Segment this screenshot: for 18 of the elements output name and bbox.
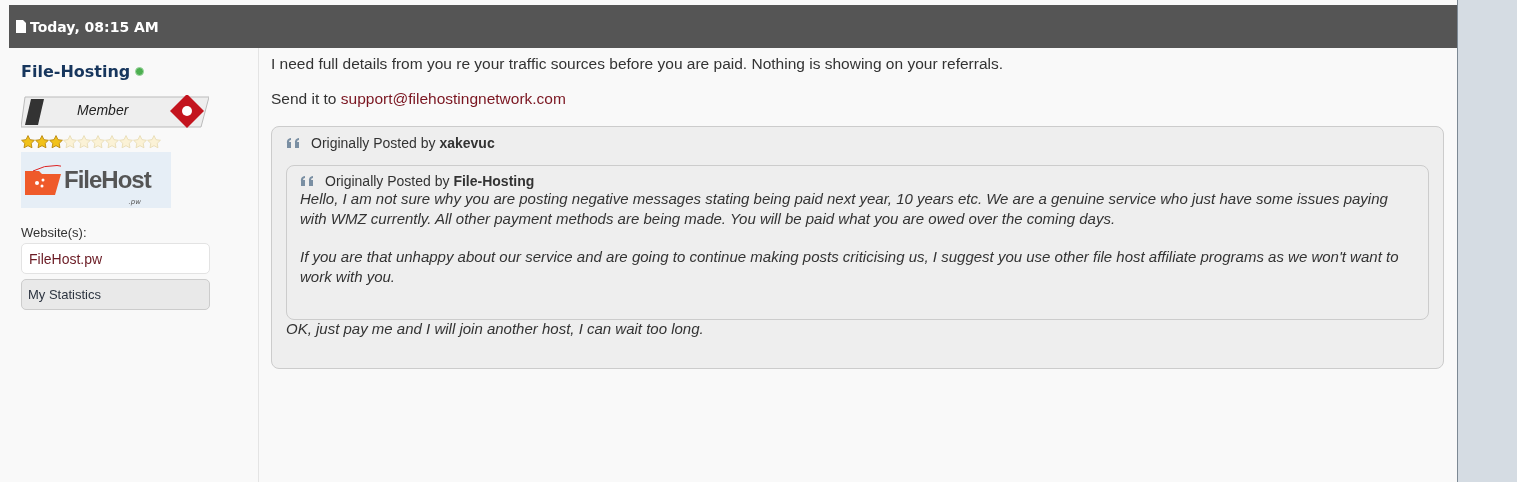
quote-text: OK, just pay me and I will join another host, I can wait too long. — [286, 320, 705, 337]
websites-label: Website(s): — [21, 225, 87, 240]
quote-attribution: Originally Posted by File-Hosting — [325, 173, 535, 189]
username-link[interactable]: File-Hosting — [21, 62, 131, 81]
website-link[interactable]: FileHost.pw — [21, 243, 210, 274]
quote-attribution: Originally Posted by xakevuc — [311, 135, 495, 151]
quote-text: If you are that unhappy about our service and are going to continue making posts criticising us, I suggest you use other file host affiliate programs as we won't want to work with you. — [300, 247, 1400, 286]
rank-banner: Member — [21, 95, 209, 125]
quote-text: Hello, I am not sure why you are posting negative messages stating being paid next year, 10 years etc. We are a genuine service who just have some issues paying with WMZ currently. All other payment methods are being made. You will be paid what you are owed over the coming days. — [300, 189, 1389, 228]
document-icon — [16, 20, 26, 33]
post-date: Today, 08:15 AM — [30, 18, 159, 35]
my-statistics-button[interactable]: My Statistics — [21, 279, 210, 310]
filled-star-icon — [49, 135, 63, 149]
email-link[interactable]: support@filehostingnetwork.com — [340, 90, 566, 107]
filled-star-icon — [21, 135, 35, 149]
post-text: I need full details from you re your traffic sources before you are paid. Nothing is showing on your referrals. — [271, 55, 1005, 73]
post-text: Send it to support@filehostingnetwork.com — [271, 90, 567, 108]
filled-star-icon — [35, 135, 49, 149]
